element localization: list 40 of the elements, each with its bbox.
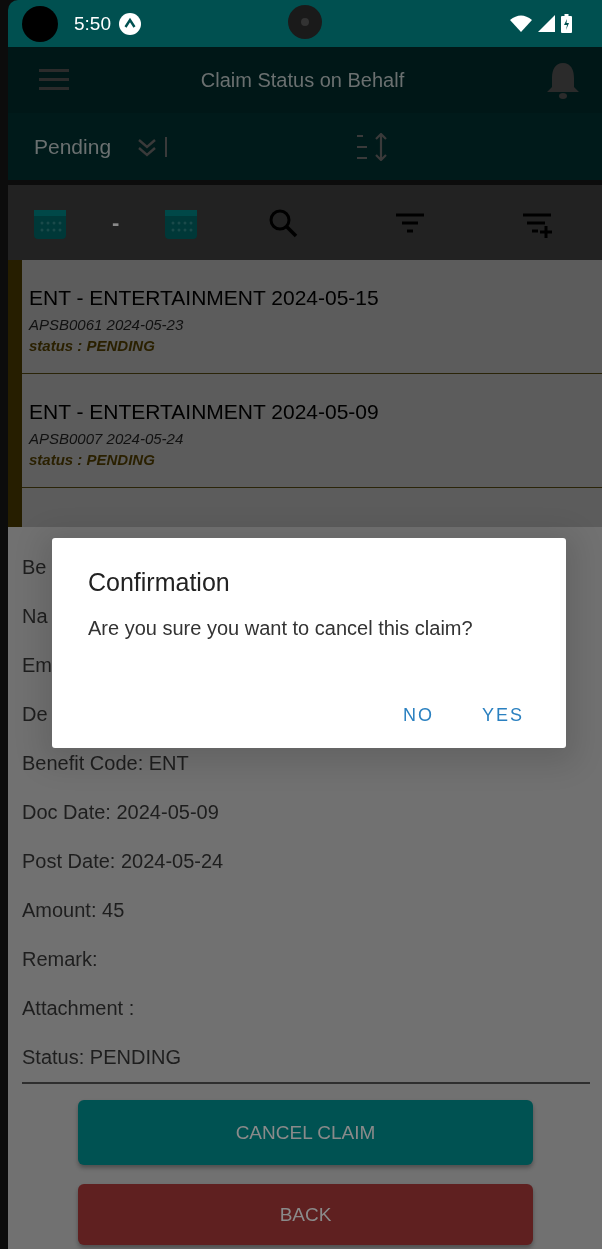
detail-text: Post Date: 2024-05-24 — [22, 849, 224, 874]
detail-text: Be — [22, 555, 47, 580]
action-button[interactable]: CANCEL CLAIM — [78, 1100, 533, 1165]
dialog-message: Are you sure you want to cancel this claim? — [88, 617, 474, 640]
wifi-icon — [510, 15, 532, 32]
menu-icon[interactable] — [39, 69, 69, 91]
search-icon[interactable] — [268, 207, 299, 238]
date-separator: - — [112, 209, 120, 236]
clock-time: 5:50 — [74, 12, 111, 35]
status-filter[interactable]: Pending — [34, 134, 112, 159]
sort-icon[interactable] — [355, 132, 390, 161]
detail-text: Remark: — [22, 947, 98, 972]
detail-text: Amount: 45 — [22, 898, 125, 923]
double-chevron-icon[interactable] — [137, 136, 158, 157]
camera-dot-icon — [22, 5, 58, 42]
action-button[interactable]: BACK — [78, 1184, 533, 1245]
detail-text: Benefit Code: ENT — [22, 751, 189, 776]
claim-card[interactable]: ENT - ENTERTAINMENT 2024-05-09 APSB0007 2024-05-24 status : PENDING — [22, 374, 602, 488]
claim-card[interactable]: ENT - ENTERTAINMENT 2024-05-15 APSB0061 2024-05-23 status : PENDING — [22, 260, 602, 374]
claim-title: ENT - ENTERTAINMENT 2024-05-15 — [29, 286, 380, 310]
battery-icon — [561, 14, 572, 33]
claim-reference: APSB0007 2024-05-24 — [29, 430, 185, 447]
dialog-button[interactable]: NO — [402, 705, 434, 726]
screen-title: Claim Status on Behalf — [199, 68, 406, 92]
claim-reference: APSB0061 2024-05-23 — [29, 316, 185, 333]
notification-icon — [119, 12, 141, 35]
detail-text: De — [22, 702, 48, 727]
detail-text: Status: PENDING — [22, 1045, 181, 1070]
dialog-title: Confirmation — [88, 568, 231, 597]
claim-title: ENT - ENTERTAINMENT 2024-05-09 — [29, 400, 380, 424]
detail-text: Doc Date: 2024-05-09 — [22, 800, 219, 825]
claim-status: status : PENDING — [29, 337, 156, 354]
detail-text: Attachment : — [22, 996, 135, 1021]
signal-icon — [538, 15, 555, 32]
claim-status: status : PENDING — [29, 451, 156, 468]
detail-text: Em — [22, 653, 52, 678]
bell-icon[interactable] — [546, 61, 580, 99]
front-camera-icon — [288, 5, 322, 39]
detail-text: Na — [22, 604, 48, 629]
dialog-button[interactable]: YES — [481, 705, 524, 726]
